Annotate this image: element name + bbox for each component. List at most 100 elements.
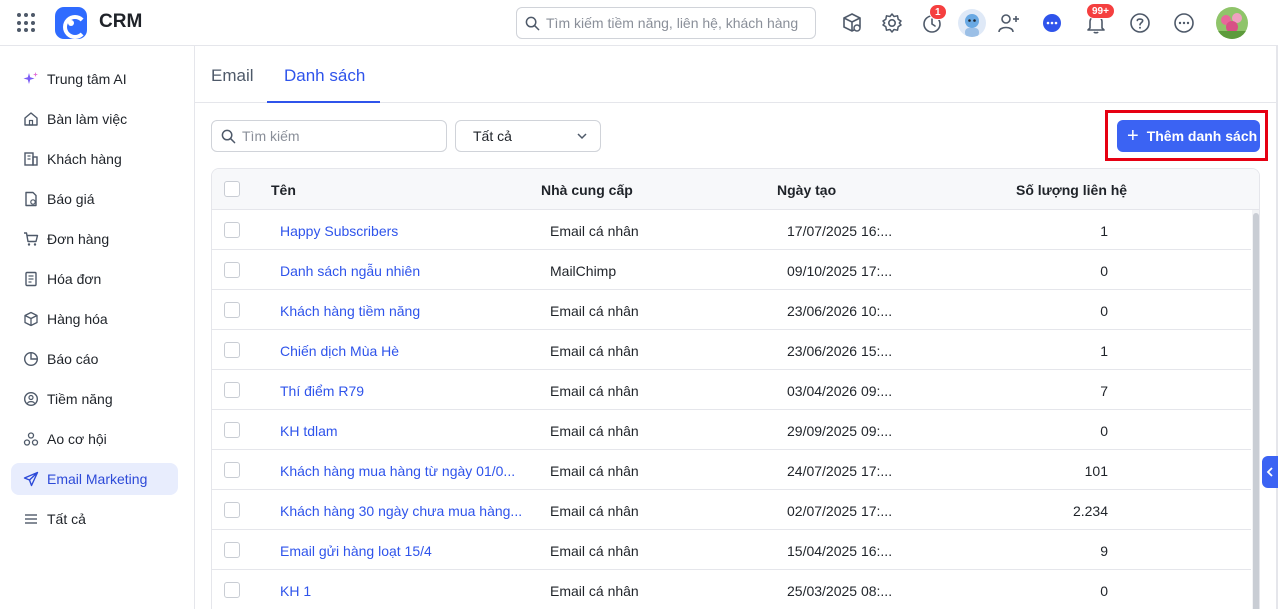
created-date-cell: 25/03/2025 08:... [787,583,893,599]
contact-count-cell: 0 [1100,263,1108,279]
row-checkbox[interactable] [224,462,240,478]
sidebar-item-quotes[interactable]: Báo giá [11,183,178,215]
sidebar-item-label: Tiềm năng [47,391,113,407]
sidebar-item-label: Tất cả [47,511,86,527]
list-name-link[interactable]: Happy Subscribers [280,223,398,239]
box-icon [23,311,39,327]
table-row[interactable]: Email gửi hàng loạt 15/4 Email cá nhân 15/… [212,530,1251,570]
help-icon[interactable] [1128,11,1152,35]
table-scrollbar[interactable] [1252,210,1259,609]
global-search-input[interactable] [546,15,806,31]
row-checkbox[interactable] [224,302,240,318]
table-row[interactable]: KH tdlam Email cá nhân 29/09/2025 09:... 0 [212,410,1251,450]
row-checkbox[interactable] [224,422,240,438]
list-name-link[interactable]: KH 1 [280,583,311,599]
column-header-name[interactable]: Tên [271,182,296,198]
column-header-contact-count[interactable]: Số lượng liên hệ [1016,182,1127,198]
table-row[interactable]: Khách hàng 30 ngày chưa mua hàng... Email… [212,490,1251,530]
chevron-left-icon [1266,467,1273,477]
cart-icon [23,231,39,247]
column-header-created[interactable]: Ngày tạo [777,182,836,198]
add-user-icon[interactable] [997,11,1021,35]
list-name-link[interactable]: Chiến dịch Mùa Hè [280,343,399,359]
sidebar-item-workspace[interactable]: Bàn làm việc [11,103,178,135]
add-list-button[interactable]: + Thêm danh sách [1117,120,1260,152]
crm-logo[interactable] [55,7,87,39]
assistant-avatar[interactable] [958,9,986,37]
plus-icon: + [1127,125,1139,147]
sidebar: Trung tâm AI Bàn làm việc Khách hàng Báo… [0,46,195,609]
list-name-link[interactable]: Khách hàng 30 ngày chưa mua hàng... [280,503,522,519]
active-tab-indicator [267,101,380,103]
sidebar-item-invoices[interactable]: Hóa đơn [11,263,178,295]
sidebar-item-ai-center[interactable]: Trung tâm AI [11,63,178,95]
list-name-link[interactable]: Khách hàng mua hàng từ ngày 01/0... [280,463,515,479]
table-row[interactable]: Chiến dịch Mùa Hè Email cá nhân 23/06/2026… [212,330,1251,370]
table-row[interactable]: KH 1 Email cá nhân 25/03/2025 08:... 0 [212,570,1251,609]
list-name-link[interactable]: Khách hàng tiềm năng [280,303,420,319]
notification-badge: 99+ [1086,3,1115,19]
sidebar-item-label: Báo cáo [47,351,99,367]
column-header-provider[interactable]: Nhà cung cấp [541,182,633,198]
settings-gear-icon[interactable] [880,11,904,35]
provider-cell: Email cá nhân [550,383,639,399]
select-all-checkbox[interactable] [224,181,240,197]
provider-cell: Email cá nhân [550,343,639,359]
quote-icon [23,191,39,207]
pie-chart-icon [23,351,39,367]
sidebar-item-products[interactable]: Hàng hóa [11,303,178,335]
sidebar-item-customers[interactable]: Khách hàng [11,143,178,175]
sidebar-item-label: Email Marketing [47,471,148,487]
row-checkbox[interactable] [224,222,240,238]
global-search-box[interactable] [516,7,816,39]
row-checkbox[interactable] [224,502,240,518]
row-checkbox[interactable] [224,342,240,358]
add-list-button-label: Thêm danh sách [1146,128,1258,144]
user-avatar[interactable] [1216,7,1248,39]
panel-toggle-button[interactable] [1262,456,1278,488]
contact-count-cell: 101 [1084,463,1108,479]
sidebar-item-label: Hàng hóa [47,311,108,327]
sidebar-item-orders[interactable]: Đơn hàng [11,223,178,255]
send-icon [23,471,39,487]
sidebar-item-opportunities[interactable]: Ao cơ hội [11,423,178,455]
provider-cell: Email cá nhân [550,423,639,439]
table-row[interactable]: Happy Subscribers Email cá nhân 17/07/2025… [212,210,1251,250]
sidebar-item-label: Ao cơ hội [47,431,107,447]
sidebar-item-all[interactable]: Tất cả [11,503,178,535]
table-row[interactable]: Danh sách ngẫu nhiên MailChimp 09/10/2025 … [212,250,1251,290]
contact-count-cell: 7 [1100,383,1108,399]
list-name-link[interactable]: Email gửi hàng loạt 15/4 [280,543,432,559]
list-name-link[interactable]: KH tdlam [280,423,338,439]
created-date-cell: 23/06/2026 15:... [787,343,893,359]
list-search-input[interactable] [242,128,432,144]
sparkle-icon [23,71,39,87]
table-row[interactable]: Khách hàng mua hàng từ ngày 01/0... Email… [212,450,1251,490]
invoice-icon [23,271,39,287]
row-checkbox[interactable] [224,382,240,398]
row-checkbox[interactable] [224,542,240,558]
list-name-link[interactable]: Danh sách ngẫu nhiên [280,263,420,279]
row-checkbox[interactable] [224,582,240,598]
sidebar-item-leads[interactable]: Tiềm năng [11,383,178,415]
created-date-cell: 23/06/2026 10:... [787,303,893,319]
sidebar-item-email-marketing[interactable]: Email Marketing [11,463,178,495]
sidebar-item-reports[interactable]: Báo cáo [11,343,178,375]
row-checkbox[interactable] [224,262,240,278]
provider-cell: MailChimp [550,263,617,279]
tab-lists[interactable]: Danh sách [284,66,365,86]
sidebar-item-label: Hóa đơn [47,271,102,287]
scrollbar-thumb[interactable] [1253,213,1259,609]
list-search-box[interactable] [211,120,447,152]
app-launcher-icon[interactable] [17,13,37,33]
tab-email[interactable]: Email [211,66,254,86]
table-row[interactable]: Khách hàng tiềm năng Email cá nhân 23/06/2… [212,290,1251,330]
chat-bubble-icon[interactable] [1040,11,1064,35]
provider-filter-select[interactable]: Tất cả [455,120,601,152]
more-options-icon[interactable] [1172,11,1196,35]
table-row[interactable]: Thí điểm R79 Email cá nhân 03/04/2026 09:.… [212,370,1251,410]
list-name-link[interactable]: Thí điểm R79 [280,383,364,399]
provider-cell: Email cá nhân [550,583,639,599]
box-search-icon[interactable] [840,11,864,35]
created-date-cell: 17/07/2025 16:... [787,223,893,239]
